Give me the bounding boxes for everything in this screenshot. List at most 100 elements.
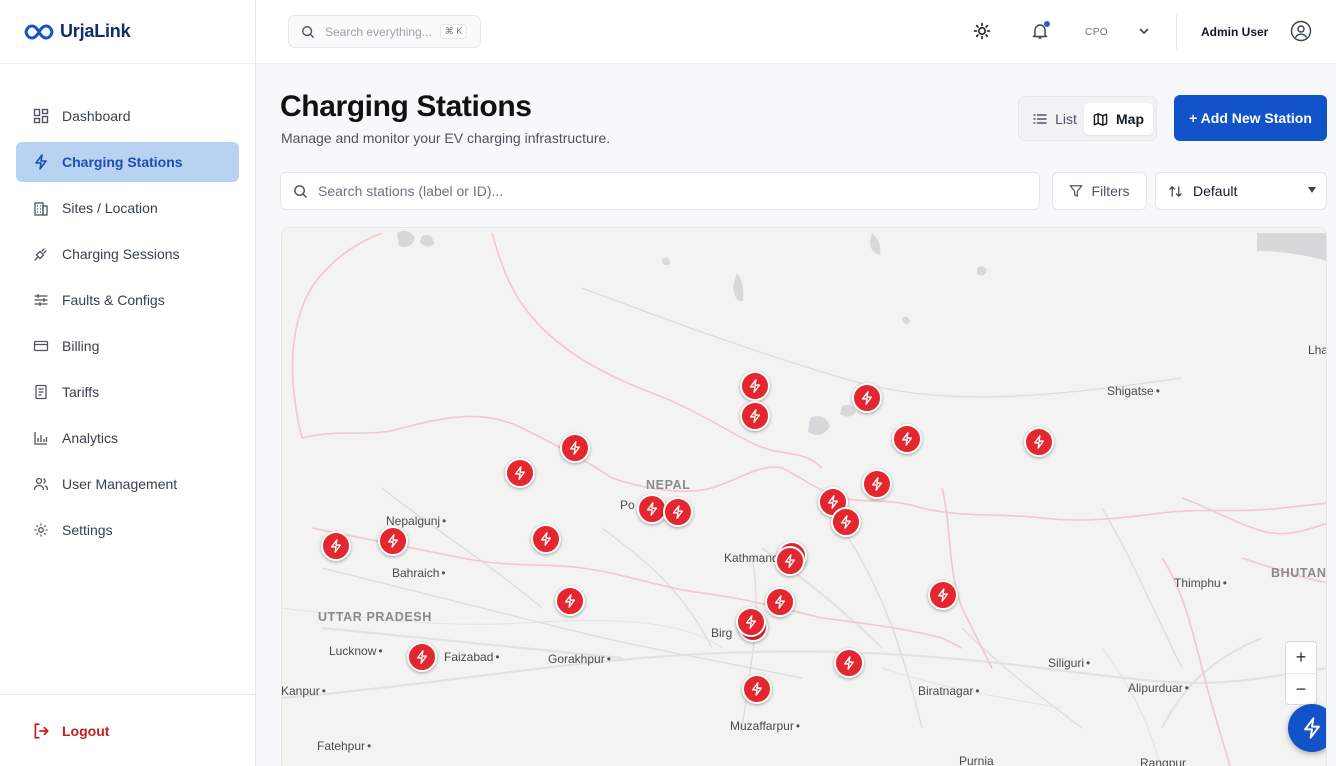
station-marker[interactable] — [852, 383, 882, 413]
filters-button[interactable]: Filters — [1052, 172, 1147, 210]
notification-dot — [1044, 21, 1050, 27]
station-marker[interactable] — [560, 433, 590, 463]
logout-button[interactable]: Logout — [32, 722, 109, 740]
sidebar-item-dashboard[interactable]: Dashboard — [16, 96, 239, 136]
bolt-icon — [540, 532, 552, 546]
station-marker[interactable] — [555, 586, 585, 616]
map-view-label: Map — [1116, 111, 1144, 127]
city-label: Po — [620, 498, 635, 512]
station-marker[interactable] — [862, 469, 892, 499]
station-marker[interactable] — [531, 524, 561, 554]
station-marker[interactable] — [505, 458, 535, 488]
sidebar-item-tariffs[interactable]: Tariffs — [16, 372, 239, 412]
sidebar-item-analytics[interactable]: Analytics — [16, 418, 239, 458]
sidebar-item-faults-configs[interactable]: Faults & Configs — [16, 280, 239, 320]
topbar-divider — [1176, 14, 1177, 50]
station-marker[interactable] — [1024, 427, 1054, 457]
station-marker[interactable] — [663, 497, 693, 527]
station-marker[interactable] — [321, 531, 351, 561]
map-view-button[interactable]: Map — [1084, 103, 1153, 135]
gear-icon — [32, 521, 50, 539]
sidebar-item-label: Tariffs — [62, 384, 100, 400]
bolt-icon — [514, 466, 526, 480]
station-marker[interactable] — [892, 424, 922, 454]
station-search-input[interactable]: Search stations (label or ID)... — [280, 172, 1040, 210]
theme-toggle-button[interactable] — [971, 20, 993, 42]
global-search-input[interactable]: Search everything... ⌘ K — [288, 15, 481, 48]
station-marker[interactable] — [831, 507, 861, 537]
bolt-icon — [1304, 717, 1320, 739]
sidebar-item-label: Settings — [62, 522, 113, 538]
stations-map[interactable]: NEPAL UTTAR PRADESH BHUTAN Nepalgunj Bah… — [281, 227, 1327, 766]
station-marker[interactable] — [740, 371, 770, 401]
sidebar-item-charging-sessions[interactable]: Charging Sessions — [16, 234, 239, 274]
bolt-icon — [1033, 435, 1045, 449]
bolt-icon — [774, 595, 786, 609]
bolt-icon — [784, 554, 796, 568]
station-marker[interactable] — [740, 401, 770, 431]
plug-icon — [32, 245, 50, 263]
city-label: Purnia — [959, 754, 994, 766]
bolt-icon — [751, 682, 763, 696]
station-marker[interactable] — [928, 580, 958, 610]
building-icon — [32, 199, 50, 217]
zoom-out-button[interactable]: − — [1286, 673, 1316, 704]
zoom-in-button[interactable]: + — [1286, 642, 1316, 673]
city-label: Lha — [1308, 343, 1327, 357]
bolt-icon — [330, 539, 342, 553]
station-marker[interactable] — [407, 642, 437, 672]
sidebar-item-sites-location[interactable]: Sites / Location — [16, 188, 239, 228]
bolt-icon — [861, 391, 873, 405]
sort-value: Default — [1193, 183, 1238, 199]
city-label: Siliguri — [1048, 656, 1090, 670]
map-zoom-controls: + − — [1285, 641, 1317, 705]
bolt-icon — [745, 615, 757, 629]
sidebar-item-billing[interactable]: Billing — [16, 326, 239, 366]
station-marker[interactable] — [775, 546, 805, 576]
sort-select[interactable]: Default — [1155, 172, 1327, 210]
city-label: Muzaffarpur — [730, 719, 800, 733]
sidebar-item-label: User Management — [62, 476, 178, 492]
station-search-placeholder: Search stations (label or ID)... — [318, 183, 504, 199]
add-new-station-button[interactable]: + Add New Station — [1174, 95, 1327, 141]
card-icon — [32, 337, 50, 355]
bolt-icon — [840, 515, 852, 529]
global-search-placeholder: Search everything... — [325, 24, 432, 39]
bar-chart-icon — [32, 429, 50, 447]
list-view-button[interactable]: List — [1025, 103, 1085, 135]
brand[interactable]: UrjaLink — [0, 0, 255, 64]
sun-icon — [973, 22, 991, 40]
city-label: Biratnagar — [918, 684, 980, 698]
notifications-button[interactable] — [1029, 20, 1051, 42]
bolt-icon — [749, 379, 761, 393]
chevron-down-icon — [1139, 28, 1149, 35]
user-name[interactable]: Admin User — [1201, 25, 1268, 39]
caret-down-icon — [1308, 187, 1316, 193]
bolt-icon — [646, 502, 658, 516]
sidebar-item-label: Analytics — [62, 430, 119, 446]
region-label: BHUTAN — [1271, 566, 1327, 580]
city-label: Fatehpur — [317, 739, 371, 753]
user-avatar-button[interactable] — [1290, 20, 1312, 42]
filter-icon — [1070, 185, 1083, 197]
station-marker[interactable] — [742, 674, 772, 704]
sidebar-item-settings[interactable]: Settings — [16, 510, 239, 550]
city-label: Shigatse — [1107, 384, 1160, 398]
station-marker[interactable] — [736, 607, 766, 637]
sidebar-item-label: Charging Sessions — [62, 246, 180, 262]
role-dropdown-button[interactable] — [1133, 20, 1155, 42]
station-marker[interactable] — [834, 648, 864, 678]
station-marker[interactable] — [378, 526, 408, 556]
document-icon — [32, 383, 50, 401]
filters-label: Filters — [1091, 183, 1130, 199]
sidebar-item-label: Dashboard — [62, 108, 131, 124]
sidebar-item-user-management[interactable]: User Management — [16, 464, 239, 504]
logo-icon — [24, 23, 54, 40]
sidebar-item-charging-stations[interactable]: Charging Stations — [16, 142, 239, 182]
brand-name: UrjaLink — [60, 21, 131, 41]
map-icon — [1093, 112, 1108, 126]
bolt-icon — [749, 409, 761, 423]
region-label: NEPAL — [646, 478, 691, 492]
station-marker[interactable] — [765, 587, 795, 617]
sidebar-nav: Dashboard Charging Stations Sites / Loca… — [0, 64, 255, 550]
